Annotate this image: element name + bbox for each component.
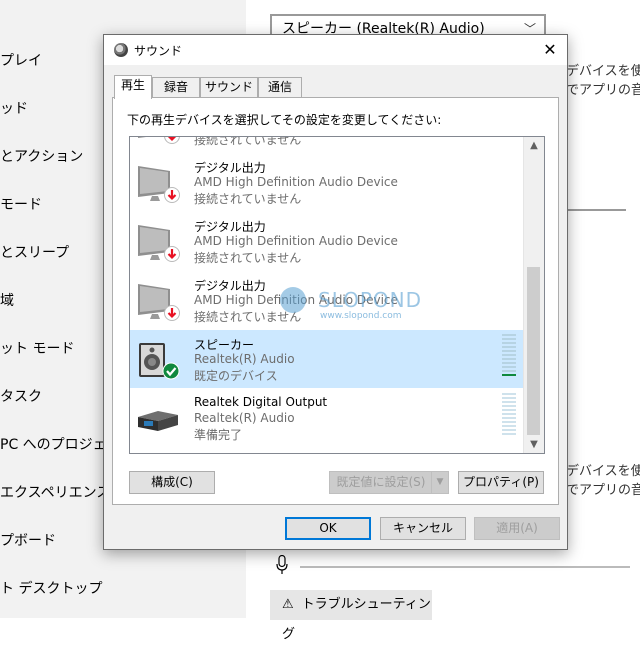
nav-item[interactable]: プレイ <box>0 50 42 70</box>
troubleshoot-label: トラブルシューティング <box>282 597 431 642</box>
nav-item[interactable]: ッド <box>0 98 28 118</box>
title-bar[interactable]: サウンド ✕ <box>104 35 567 65</box>
device-name: デジタル出力 <box>194 161 266 175</box>
nav-item[interactable]: モード <box>0 194 42 214</box>
nav-item[interactable]: とアクション <box>0 146 83 166</box>
monitor-icon <box>138 137 180 144</box>
close-button[interactable]: ✕ <box>533 35 567 65</box>
device-row[interactable]: 接続されていません <box>130 136 524 152</box>
side-text-line: でアプリの音量 <box>566 483 640 498</box>
nav-item[interactable]: エクスペリエンス <box>0 482 110 502</box>
nav-item[interactable]: タスク <box>0 386 42 406</box>
device-name: デジタル出力 <box>194 220 266 234</box>
side-text-line: デバイスを使用 <box>566 64 640 79</box>
device-description: Realtek(R) Audio <box>194 352 295 366</box>
digital-output-icon <box>138 411 178 431</box>
nav-item[interactable]: ット モード <box>0 338 74 358</box>
device-description: Realtek(R) Audio <box>194 411 295 425</box>
device-list[interactable]: 接続されていません デジタル出力 AMD High Definition Aud… <box>129 136 545 454</box>
side-description: デバイスを使用 でアプリの音量 <box>566 462 640 500</box>
device-row[interactable]: Realtek Digital Output Realtek(R) Audio … <box>130 389 524 447</box>
device-description: AMD High Definition Audio Device <box>194 234 398 248</box>
device-row[interactable]: デジタル出力 AMD High Definition Audio Device … <box>130 212 524 270</box>
watermark-url: www.slopond.com <box>320 311 402 321</box>
device-name: デジタル出力 <box>194 279 266 293</box>
side-text-line: デバイスを使用 <box>566 464 640 479</box>
device-status: 準備完了 <box>194 428 243 442</box>
nav-item[interactable]: ト デスクトップ <box>0 578 102 598</box>
tab-recording[interactable]: 録音 <box>152 77 200 97</box>
set-default-label: 既定値に設定(S) <box>336 475 426 489</box>
tab-communications[interactable]: 通信 <box>258 77 302 97</box>
watermark-text: SLOPOND <box>318 288 423 312</box>
set-default-button[interactable]: 既定値に設定(S) ▼ <box>329 471 449 494</box>
watermark-logo <box>280 287 306 313</box>
side-text-line: でアプリの音量 <box>566 83 640 98</box>
speaker-default-icon <box>139 343 180 380</box>
device-name: スピーカー <box>194 338 255 352</box>
ok-button[interactable]: OK <box>285 517 371 540</box>
level-meter <box>502 393 516 437</box>
nav-item[interactable]: プボード <box>0 530 56 550</box>
device-status: 既定のデバイス <box>194 369 278 383</box>
side-description: デバイスを使用 でアプリの音量 <box>566 62 640 100</box>
warning-icon: ⚠ <box>282 597 294 612</box>
level-meter <box>502 334 516 378</box>
properties-button[interactable]: プロパティ(P) <box>458 471 544 494</box>
speaker-icon <box>114 43 128 57</box>
device-row[interactable]: デジタル出力 AMD High Definition Audio Device … <box>130 153 524 211</box>
troubleshoot-button[interactable]: ⚠ トラブルシューティング <box>270 590 432 642</box>
configure-button[interactable]: 構成(C) <box>129 471 215 494</box>
input-volume-slider[interactable] <box>300 566 630 568</box>
nav-item[interactable]: とスリープ <box>0 242 69 262</box>
device-row-selected[interactable]: スピーカー Realtek(R) Audio 既定のデバイス <box>130 330 524 388</box>
vertical-scrollbar[interactable]: ▲ ▼ <box>523 137 544 453</box>
device-description: AMD High Definition Audio Device <box>194 175 398 189</box>
device-status: 接続されていません <box>194 251 302 265</box>
device-name: Realtek Digital Output <box>194 395 328 409</box>
microphone-icon <box>276 555 288 574</box>
apply-button[interactable]: 適用(A) <box>474 517 560 540</box>
tab-playback[interactable]: 再生 <box>114 75 152 99</box>
dialog-title: サウンド <box>134 44 183 58</box>
device-status: 接続されていません <box>194 136 302 147</box>
monitor-disconnected-icon <box>138 284 180 321</box>
dropdown-arrow-icon[interactable]: ▼ <box>431 472 448 493</box>
device-status: 接続されていません <box>194 192 302 206</box>
playback-panel: 下の再生デバイスを選択してその設定を変更してください: 接続されていません デジ… <box>112 97 559 505</box>
scroll-down-arrow-icon[interactable]: ▼ <box>524 436 544 453</box>
sound-dialog: サウンド ✕ 再生 録音 サウンド 通信 下の再生デバイスを選択してその設定を変… <box>103 34 568 550</box>
nav-item[interactable]: 域 <box>0 290 14 310</box>
volume-slider-track[interactable] <box>566 209 626 211</box>
scroll-thumb[interactable] <box>527 267 540 435</box>
tab-sounds[interactable]: サウンド <box>200 77 258 97</box>
cancel-button[interactable]: キャンセル <box>380 517 466 540</box>
monitor-disconnected-icon <box>138 166 180 203</box>
monitor-disconnected-icon <box>138 225 180 262</box>
scroll-up-arrow-icon[interactable]: ▲ <box>524 137 544 154</box>
instruction-text: 下の再生デバイスを選択してその設定を変更してください: <box>127 113 442 127</box>
